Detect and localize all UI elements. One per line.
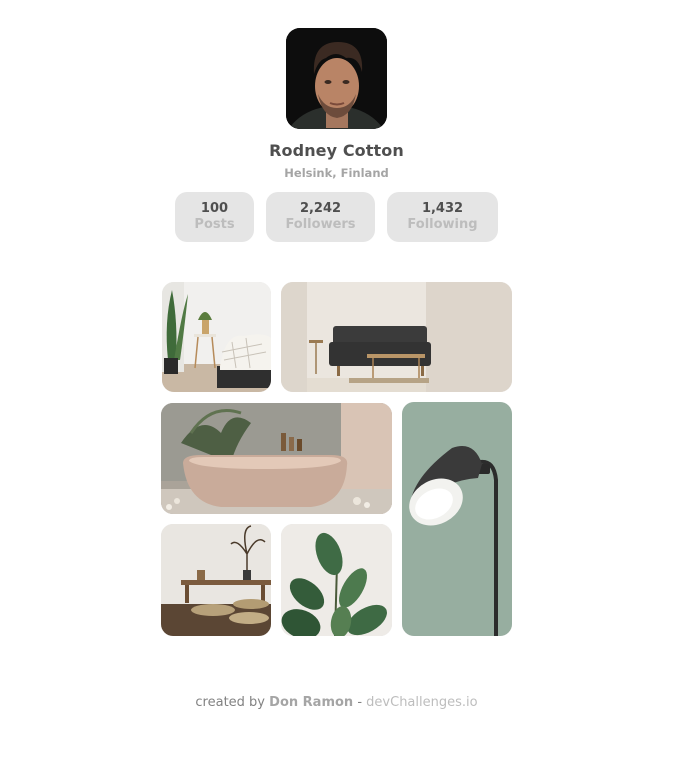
profile-name: Rodney Cotton <box>269 141 404 160</box>
gallery-photo-lamp[interactable] <box>402 402 512 636</box>
footer-author-link[interactable]: Don Ramon <box>269 695 353 710</box>
stat-following[interactable]: 1,432 Following <box>387 192 498 242</box>
gallery-photo-bedroom[interactable] <box>162 282 271 392</box>
stat-following-label: Following <box>407 217 478 232</box>
stat-following-value: 1,432 <box>421 201 464 216</box>
stat-posts-value: 100 <box>200 201 229 216</box>
footer-prefix: created by <box>195 695 266 710</box>
stat-followers-value: 2,242 <box>299 201 342 216</box>
profile-avatar <box>286 28 387 129</box>
stat-followers[interactable]: 2,242 Followers <box>266 192 375 242</box>
stat-followers-label: Followers <box>285 217 356 232</box>
gallery-photo-bathtub[interactable] <box>161 403 392 514</box>
stat-posts[interactable]: 100 Posts <box>175 192 254 242</box>
gallery-photo-low-table[interactable] <box>161 524 271 636</box>
stat-posts-label: Posts <box>194 217 235 232</box>
profile-location: Helsink, Finland <box>284 166 389 180</box>
footer-separator: - <box>357 695 363 710</box>
footer-site-link[interactable]: devChallenges.io <box>366 695 477 710</box>
gallery-photo-plant[interactable] <box>281 524 392 636</box>
gallery-photo-living-room[interactable] <box>281 282 512 392</box>
footer-credit: created by Don Ramon - devChallenges.io <box>0 695 673 710</box>
